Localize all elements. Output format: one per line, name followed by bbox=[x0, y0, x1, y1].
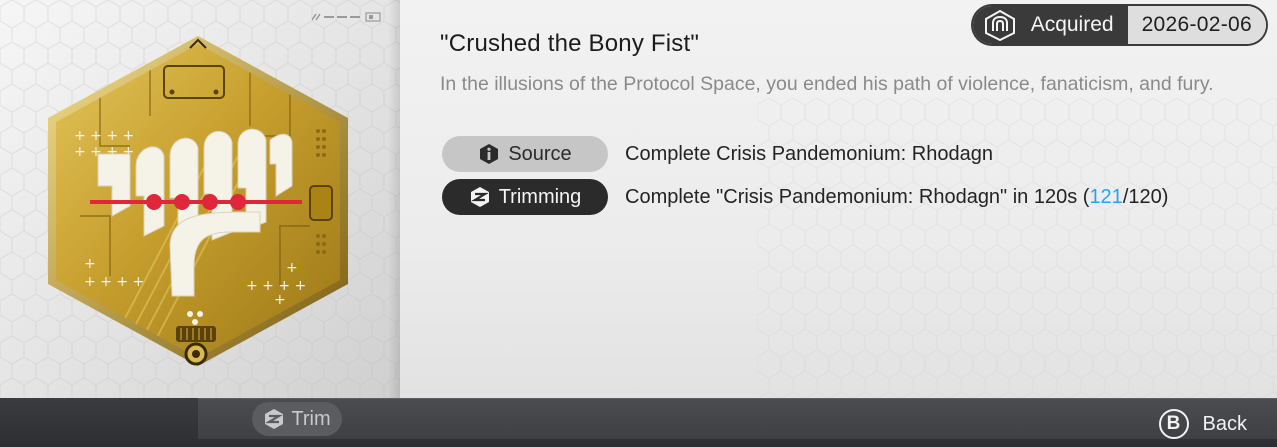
medal-image: + + + + + + + + + + + + + + + + + + + bbox=[48, 36, 348, 366]
svg-text:+: + bbox=[84, 256, 96, 272]
svg-text:+ + + +: + + + + bbox=[84, 274, 144, 290]
medal-preview-panel: + + + + + + + + + + + + + + + + + + + bbox=[0, 0, 400, 398]
trimming-progress-current: 121 bbox=[1089, 185, 1123, 208]
signal-indicator-icon bbox=[312, 12, 381, 22]
medal-rank-icon bbox=[981, 9, 1019, 41]
trim-button-label: Trim bbox=[291, 407, 331, 430]
source-row: Source Complete Crisis Pandemonium: Rhod… bbox=[442, 136, 993, 172]
source-label: Source bbox=[508, 142, 572, 165]
acquired-label: Acquired bbox=[1030, 13, 1114, 36]
source-text: Complete Crisis Pandemonium: Rhodagn bbox=[625, 142, 993, 165]
medal-title: "Crushed the Bony Fist" bbox=[440, 30, 700, 57]
medal-description: In the illusions of the Protocol Space, … bbox=[440, 73, 1214, 95]
trimming-label-pill: Trimming bbox=[442, 179, 608, 215]
svg-text:+ + + +: + + + + bbox=[74, 128, 134, 144]
medal-detail-panel: "Crushed the Bony Fist" In the illusions… bbox=[400, 0, 1277, 398]
b-key-icon: B bbox=[1158, 409, 1189, 439]
trimming-text-suffix: /120) bbox=[1122, 185, 1169, 208]
back-label: Back bbox=[1202, 412, 1247, 435]
trim-button[interactable]: Trim bbox=[252, 402, 342, 436]
bottom-bar-inner bbox=[198, 398, 1277, 439]
acquired-status: Acquired bbox=[972, 6, 1128, 44]
trimming-text-prefix: Complete "Crisis Pandemonium: Rhodagn" i… bbox=[625, 185, 1090, 208]
info-icon bbox=[480, 144, 499, 164]
acquired-status-badge: Acquired 2026-02-06 bbox=[972, 6, 1266, 44]
trimming-row: Trimming Complete "Crisis Pandemonium: R… bbox=[442, 179, 1168, 215]
svg-text:+: + bbox=[286, 260, 298, 276]
trim-icon bbox=[265, 409, 284, 429]
back-button[interactable]: B Back bbox=[1158, 406, 1247, 442]
trimming-label: Trimming bbox=[498, 185, 582, 208]
trimming-text: Complete "Crisis Pandemonium: Rhodagn" i… bbox=[625, 186, 1168, 209]
trim-icon bbox=[470, 187, 489, 207]
acquired-date: 2026-02-06 bbox=[1127, 6, 1266, 44]
svg-text:+: + bbox=[274, 292, 286, 308]
source-label-pill: Source bbox=[442, 136, 608, 172]
